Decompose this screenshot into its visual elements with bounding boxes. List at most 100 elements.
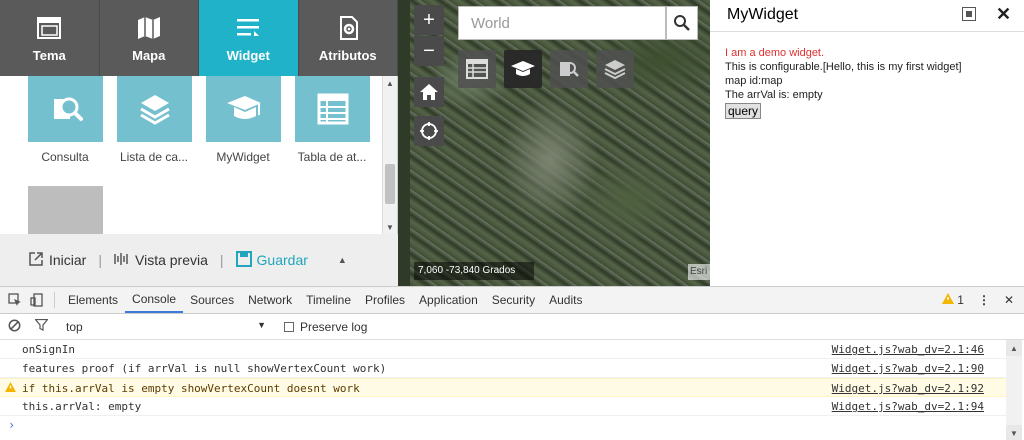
message-text: features proof (if arrVal is null showVe…: [22, 362, 387, 375]
message-source-link[interactable]: Widget.js?wab_dv=2.1:90: [832, 362, 984, 375]
context-value: top: [66, 319, 83, 334]
message-source-link[interactable]: Widget.js?wab_dv=2.1:94: [832, 400, 984, 413]
close-devtools-icon[interactable]: ✕: [1004, 293, 1014, 307]
tab-label: Atributos: [318, 47, 377, 63]
preserve-log-label: Preserve log: [300, 319, 368, 334]
layers-icon: [117, 76, 192, 142]
builder-tabs: Tema Mapa Widget Atributos: [0, 0, 398, 76]
divider: |: [98, 252, 102, 268]
console-output: onSignIn Widget.js?wab_dv=2.1:46 feature…: [0, 340, 1006, 440]
widget-placeholder-tile[interactable]: 1: [28, 186, 103, 234]
close-button[interactable]: ✕: [996, 4, 1011, 25]
widget-tile-tabla[interactable]: Tabla de at...: [295, 76, 370, 164]
tab-mapa[interactable]: Mapa: [100, 0, 199, 76]
warning-icon: [5, 382, 16, 395]
demo-text: I am a demo widget.: [725, 47, 825, 59]
tab-profiles[interactable]: Profiles: [358, 287, 412, 313]
console-message: this.arrVal: empty Widget.js?wab_dv=2.1:…: [0, 397, 1006, 416]
map-view[interactable]: [410, 0, 710, 286]
filter-icon[interactable]: [34, 318, 49, 334]
message-source-link[interactable]: Widget.js?wab_dv=2.1:46: [832, 343, 984, 356]
map-tool-mywidget[interactable]: [504, 50, 542, 88]
query-search-icon: [560, 62, 579, 77]
query-search-icon: [28, 76, 103, 142]
search-input[interactable]: World: [458, 6, 666, 40]
gear-doc-icon: [334, 14, 362, 42]
widget-label: MyWidget: [216, 150, 270, 164]
preserve-log-toggle[interactable]: Preserve log: [284, 320, 367, 334]
layers-icon: [604, 60, 626, 80]
console-scrollbar[interactable]: ▲ ▼: [1006, 340, 1022, 440]
search-button[interactable]: [666, 6, 698, 40]
scroll-down-icon[interactable]: ▼: [383, 220, 397, 234]
map-tool-table[interactable]: [458, 50, 496, 88]
tab-security[interactable]: Security: [485, 287, 542, 313]
zoom-in-button[interactable]: +: [414, 5, 444, 35]
scroll-thumb[interactable]: [385, 164, 395, 204]
widget-tile-consulta[interactable]: Consulta: [28, 76, 103, 164]
zoom-out-button[interactable]: −: [414, 36, 444, 66]
warning-counter[interactable]: 1: [942, 293, 964, 307]
context-select[interactable]: top ▼: [66, 320, 266, 334]
console-message: features proof (if arrVal is null showVe…: [0, 359, 1006, 378]
tab-widget[interactable]: Widget: [199, 0, 299, 76]
map-id-text: map id:map: [725, 75, 783, 87]
tab-timeline[interactable]: Timeline: [299, 287, 358, 313]
devtools-tabbar: Elements Console Sources Network Timelin…: [0, 287, 1024, 314]
widget-tile-mywidget[interactable]: MyWidget: [206, 76, 281, 164]
clear-console-icon[interactable]: [8, 319, 21, 335]
query-button[interactable]: query: [725, 103, 762, 119]
tab-elements[interactable]: Elements: [61, 287, 125, 313]
tab-label: Mapa: [132, 47, 166, 63]
coordinate-readout: 7,060 -73,840 Grados: [414, 262, 534, 280]
widget-list-icon: [234, 14, 262, 42]
locate-button[interactable]: [414, 116, 444, 146]
table-icon: [466, 59, 488, 79]
scroll-up-icon[interactable]: ▲: [1006, 340, 1022, 356]
device-toggle-icon[interactable]: [26, 287, 48, 313]
builder-footer: Iniciar | Vista previa | Guardar ▲: [0, 234, 398, 286]
tab-sources[interactable]: Sources: [183, 287, 241, 313]
widget-grid-scrollbar[interactable]: ▲ ▼: [382, 76, 397, 234]
app-root: Tema Mapa Widget Atributos Consulta List…: [0, 0, 1024, 440]
message-text: onSignIn: [22, 343, 75, 356]
window-icon: [35, 14, 63, 42]
widget-panel-body: I am a demo widget. This is configurable…: [725, 46, 1015, 119]
graduation-cap-icon: [206, 76, 281, 142]
tab-console[interactable]: Console: [125, 287, 184, 313]
tab-tema[interactable]: Tema: [0, 0, 100, 76]
map-tool-query[interactable]: [550, 50, 588, 88]
widget-panel-title: MyWidget: [727, 6, 799, 23]
tab-application[interactable]: Application: [412, 287, 485, 313]
save-disk-icon: [235, 250, 252, 270]
warning-count: 1: [957, 293, 964, 307]
scroll-up-icon[interactable]: ▲: [383, 76, 397, 90]
preview-bars-icon: [114, 251, 130, 270]
tab-audits[interactable]: Audits: [542, 287, 589, 313]
save-button[interactable]: Guardar: [235, 250, 308, 270]
save-label: Guardar: [256, 252, 308, 268]
console-prompt[interactable]: ›: [0, 416, 1006, 434]
caret-up-icon[interactable]: ▲: [338, 255, 347, 265]
tab-atributos[interactable]: Atributos: [299, 0, 398, 76]
search-icon: [674, 15, 690, 31]
home-button[interactable]: [414, 77, 444, 107]
builder-panel: Tema Mapa Widget Atributos Consulta List…: [0, 0, 398, 286]
home-icon: [420, 84, 438, 100]
map-tool-layers[interactable]: [596, 50, 634, 88]
devtools-panel: Elements Console Sources Network Timelin…: [0, 286, 1024, 440]
start-button[interactable]: Iniciar: [28, 251, 86, 270]
tab-network[interactable]: Network: [241, 287, 299, 313]
widget-tile-lista[interactable]: Lista de ca...: [117, 76, 192, 164]
more-vert-icon[interactable]: ⋮: [978, 293, 990, 307]
inspect-icon[interactable]: [4, 287, 26, 313]
widget-label: Lista de ca...: [119, 150, 189, 164]
preserve-log-checkbox[interactable]: [284, 321, 294, 332]
message-source-link[interactable]: Widget.js?wab_dv=2.1:92: [832, 382, 984, 395]
maximize-button[interactable]: [962, 7, 976, 21]
divider: [54, 292, 55, 308]
message-text: this.arrVal: empty: [22, 400, 142, 413]
scroll-down-icon[interactable]: ▼: [1006, 425, 1022, 440]
warning-icon: [942, 293, 955, 307]
preview-button[interactable]: Vista previa: [114, 251, 208, 270]
